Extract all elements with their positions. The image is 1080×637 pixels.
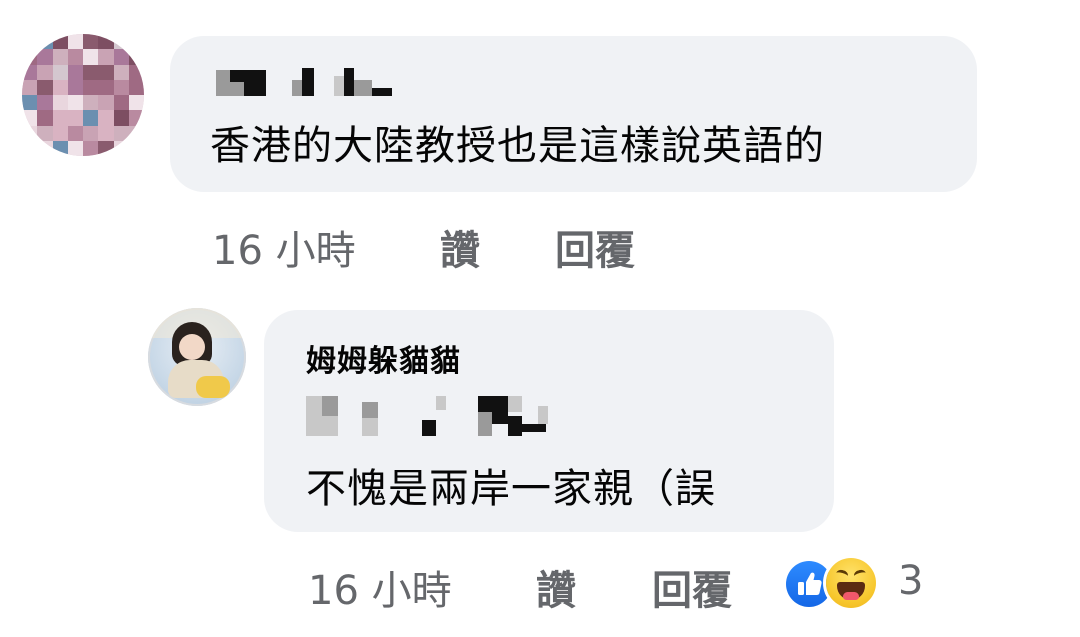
comment-timestamp[interactable]: 16 小時: [212, 218, 356, 276]
reply-button[interactable]: 回覆: [652, 558, 732, 616]
avatar-pixel: [52, 95, 68, 111]
reply-text: 不愧是兩岸一家親（誤: [306, 466, 716, 512]
avatar-pixel: [113, 110, 129, 126]
reply-timestamp[interactable]: 16 小時: [308, 558, 452, 616]
avatar-pixel: [67, 64, 83, 80]
avatar-pixel: [37, 64, 53, 80]
avatar-pixel: [52, 140, 68, 156]
haha-icon[interactable]: [826, 558, 876, 608]
reaction-count[interactable]: 3: [898, 558, 923, 604]
avatar-pixel: [83, 140, 99, 156]
avatar-pixel: [22, 110, 38, 126]
avatar-pixel: [83, 79, 99, 95]
avatar-pixel: [22, 140, 38, 156]
avatar-pixel: [37, 79, 53, 95]
comment-text: 香港的大陸教授也是這樣說英語的: [210, 123, 825, 169]
avatar-face: [179, 334, 205, 360]
avatar-pixelated[interactable]: [22, 34, 144, 156]
avatar-pixel: [98, 49, 114, 65]
avatar[interactable]: [148, 308, 246, 406]
avatar-pixel: [67, 125, 83, 141]
avatar-pixel: [128, 110, 144, 126]
avatar-pixel: [128, 64, 144, 80]
haha-eye-right: [853, 568, 867, 581]
avatar-pixel: [128, 95, 144, 111]
avatar-pixel: [98, 79, 114, 95]
avatar-pixel: [67, 34, 83, 50]
avatar-pixel: [22, 64, 38, 80]
avatar-pixel: [52, 64, 68, 80]
avatar-toy: [196, 376, 230, 398]
avatar-pixel: [52, 110, 68, 126]
avatar-pixel: [67, 79, 83, 95]
avatar-pixel: [128, 125, 144, 141]
avatar-pixel: [37, 125, 53, 141]
avatar-pixel: [128, 140, 144, 156]
avatar-pixel: [22, 79, 38, 95]
avatar-pixel: [83, 125, 99, 141]
avatar-pixel: [37, 140, 53, 156]
avatar-pixel: [37, 110, 53, 126]
avatar-pixel: [67, 140, 83, 156]
avatar-pixel: [98, 95, 114, 111]
avatar-pixel: [83, 95, 99, 111]
avatar-pixel: [37, 34, 53, 50]
avatar-pixel: [67, 110, 83, 126]
avatar-pixel: [52, 125, 68, 141]
avatar-pixel: [83, 49, 99, 65]
avatar-pixel: [22, 125, 38, 141]
author-name[interactable]: 姆姆躲貓貓: [306, 336, 461, 380]
avatar-pixel: [98, 110, 114, 126]
avatar-pixel: [113, 140, 129, 156]
mention-censored[interactable]: [306, 392, 556, 436]
avatar-pixel: [113, 125, 129, 141]
avatar-pixel: [128, 34, 144, 50]
avatar-pixel: [128, 79, 144, 95]
avatar-pixel: [22, 49, 38, 65]
avatar-pixel: [52, 34, 68, 50]
avatar-pixel: [98, 140, 114, 156]
haha-tongue: [843, 592, 859, 600]
avatar-pixel: [67, 49, 83, 65]
avatar-pixel: [113, 34, 129, 50]
avatar-pixel: [113, 95, 129, 111]
reply-button[interactable]: 回覆: [555, 218, 635, 276]
avatar-pixel: [83, 34, 99, 50]
avatar-pixel: [22, 34, 38, 50]
avatar-pixel: [98, 34, 114, 50]
avatar-pixel: [113, 64, 129, 80]
avatar-pixel: [98, 64, 114, 80]
avatar-pixel: [67, 95, 83, 111]
avatar-pixel: [52, 49, 68, 65]
like-button[interactable]: 讚: [440, 218, 480, 276]
avatar-pixel: [83, 110, 99, 126]
avatar-pixel: [83, 64, 99, 80]
avatar-pixel: [37, 49, 53, 65]
author-name-censored[interactable]: [216, 66, 396, 100]
avatar-pixel: [37, 95, 53, 111]
avatar-pixel: [52, 79, 68, 95]
avatar-pixel: [22, 95, 38, 111]
haha-eye-left: [835, 568, 849, 581]
avatar-pixel: [113, 79, 129, 95]
like-button[interactable]: 讚: [536, 558, 576, 616]
avatar-pixel: [113, 49, 129, 65]
avatar-pixel: [98, 125, 114, 141]
avatar-pixel: [128, 49, 144, 65]
